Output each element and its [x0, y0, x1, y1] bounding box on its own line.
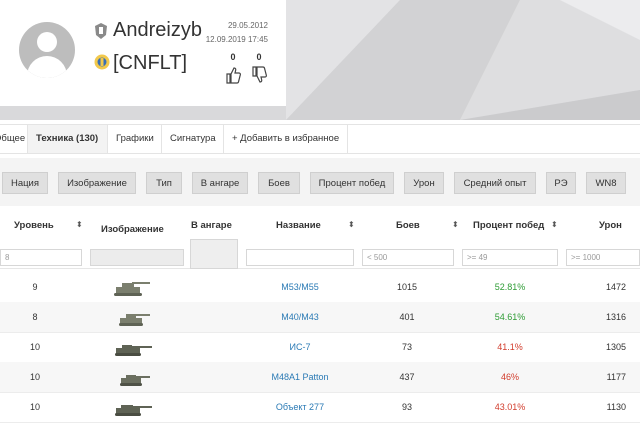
vehicle-table-header: Уровень ⬍ Изображение В ангаре Название … — [0, 210, 640, 269]
table-row: 9 M53/M55 1015 52.81% 1472 — [0, 272, 640, 303]
clan-emblem-icon — [94, 54, 110, 70]
toggle-hangar-button[interactable]: В ангаре — [192, 172, 248, 194]
tank-silhouette-icon — [112, 399, 154, 429]
vehicle-damage: 1130 — [606, 402, 626, 412]
table-row: 8 M40/M43 401 54.61% 1316 — [0, 302, 640, 333]
sort-battles-icon[interactable]: ⬍ — [452, 220, 459, 229]
column-header-hangar: В ангаре — [191, 220, 232, 231]
vehicle-name-link[interactable]: Объект 277 — [240, 392, 360, 422]
column-header-battles[interactable]: Боев — [396, 220, 420, 231]
table-row: 10 M48A1 Patton 437 46% 1177 — [0, 362, 640, 393]
toggle-type-button[interactable]: Тип — [146, 172, 182, 194]
image-filter-input — [90, 249, 184, 266]
profile-tabs: Общее Техника (130) Графики Сигнатура + … — [0, 124, 640, 154]
registered-date: 29.05.2012 — [227, 21, 268, 30]
name-filter-input[interactable] — [246, 249, 354, 266]
vehicle-name-link[interactable]: ИС-7 — [240, 332, 360, 362]
toggle-efficiency-button[interactable]: РЭ — [546, 172, 576, 194]
tab-signature[interactable]: Сигнатура — [162, 125, 224, 153]
vehicle-name-link[interactable]: M40/M43 — [240, 302, 360, 332]
column-toggle-bar: Нация Изображение Тип В ангаре Боев Проц… — [0, 158, 640, 206]
toggle-avg-exp-button[interactable]: Средний опыт — [454, 172, 536, 194]
vehicle-name-link[interactable]: M48A1 Patton — [240, 362, 360, 392]
winrate-filter-input[interactable]: >= 49 — [462, 249, 558, 266]
tab-general[interactable]: Общее — [0, 125, 28, 153]
vehicle-winrate: 41.1% — [497, 342, 523, 352]
vehicle-image — [104, 302, 164, 332]
toggle-nation-button[interactable]: Нация — [2, 172, 48, 194]
dislikes-count: 0 — [256, 52, 262, 62]
column-header-winrate[interactable]: Процент побед — [473, 220, 544, 231]
level-filter-input[interactable]: 8 — [0, 249, 82, 266]
vehicle-image — [104, 362, 164, 392]
sort-name-icon[interactable]: ⬍ — [348, 220, 355, 229]
vehicle-battles: 73 — [401, 342, 412, 352]
vehicle-winrate: 54.61% — [494, 312, 526, 322]
toggle-winrate-button[interactable]: Процент побед — [310, 172, 394, 194]
vehicle-battles: 437 — [399, 372, 415, 382]
vehicle-image — [104, 332, 164, 362]
tab-vehicles[interactable]: Техника (130) — [28, 125, 108, 153]
player-name: Andreizyb — [113, 19, 202, 41]
vehicle-damage: 1305 — [605, 342, 626, 352]
profile-card: Andreizyb [CNFLT] 29.05.2012 12.09.2019 … — [0, 0, 286, 106]
toggle-wn8-button[interactable]: WN8 — [586, 172, 626, 194]
last-battle-date: 12.09.2019 17:45 — [205, 35, 268, 44]
toggle-image-button[interactable]: Изображение — [58, 172, 136, 194]
avatar — [19, 22, 75, 78]
toggle-damage-button[interactable]: Урон — [404, 172, 444, 194]
toggle-battles-button[interactable]: Боев — [258, 172, 300, 194]
vehicle-level: 10 — [29, 342, 40, 352]
sort-level-icon[interactable]: ⬍ — [76, 220, 83, 229]
thumbs-down-icon[interactable] — [251, 66, 267, 84]
tab-charts[interactable]: Графики — [108, 125, 162, 153]
thumbs-up-icon[interactable] — [225, 66, 241, 84]
add-to-favorites-link[interactable]: + Добавить в избранное — [224, 125, 348, 153]
vehicle-image — [104, 392, 164, 422]
column-header-damage[interactable]: Урон — [599, 220, 622, 231]
battles-filter-input[interactable]: < 500 — [362, 249, 454, 266]
table-row: 10 Объект 277 93 43.01% 1130 — [0, 392, 640, 423]
vehicle-damage: 1472 — [605, 282, 626, 292]
likes-count: 0 — [230, 52, 236, 62]
column-header-image: Изображение — [101, 224, 164, 235]
column-header-name[interactable]: Название — [276, 220, 321, 231]
clan-tag[interactable]: [CNFLT] — [113, 52, 187, 75]
vehicle-winrate: 43.01% — [494, 402, 526, 412]
vehicle-winrate: 46% — [500, 372, 519, 382]
vehicle-damage: 1316 — [605, 312, 626, 322]
vehicle-image — [104, 272, 164, 302]
vehicle-winrate: 52.81% — [494, 282, 526, 292]
vehicle-level: 10 — [29, 372, 40, 382]
vehicle-level: 10 — [29, 402, 40, 412]
sort-winrate-icon[interactable]: ⬍ — [551, 220, 558, 229]
vehicle-level: 9 — [32, 282, 38, 292]
vehicle-level: 8 — [32, 312, 38, 322]
wot-logo-icon — [95, 23, 107, 39]
table-row: 10 ИС-7 73 41.1% 1305 — [0, 332, 640, 363]
vehicle-damage: 1177 — [606, 372, 626, 382]
column-header-level[interactable]: Уровень — [14, 220, 54, 231]
vehicle-battles: 1015 — [396, 282, 418, 292]
vehicle-battles: 93 — [401, 402, 412, 412]
hangar-filter-select[interactable] — [190, 239, 238, 269]
damage-filter-input[interactable]: >= 1000 — [566, 249, 640, 266]
vehicle-battles: 401 — [399, 312, 415, 322]
vehicle-name-link[interactable]: M53/M55 — [240, 272, 360, 302]
